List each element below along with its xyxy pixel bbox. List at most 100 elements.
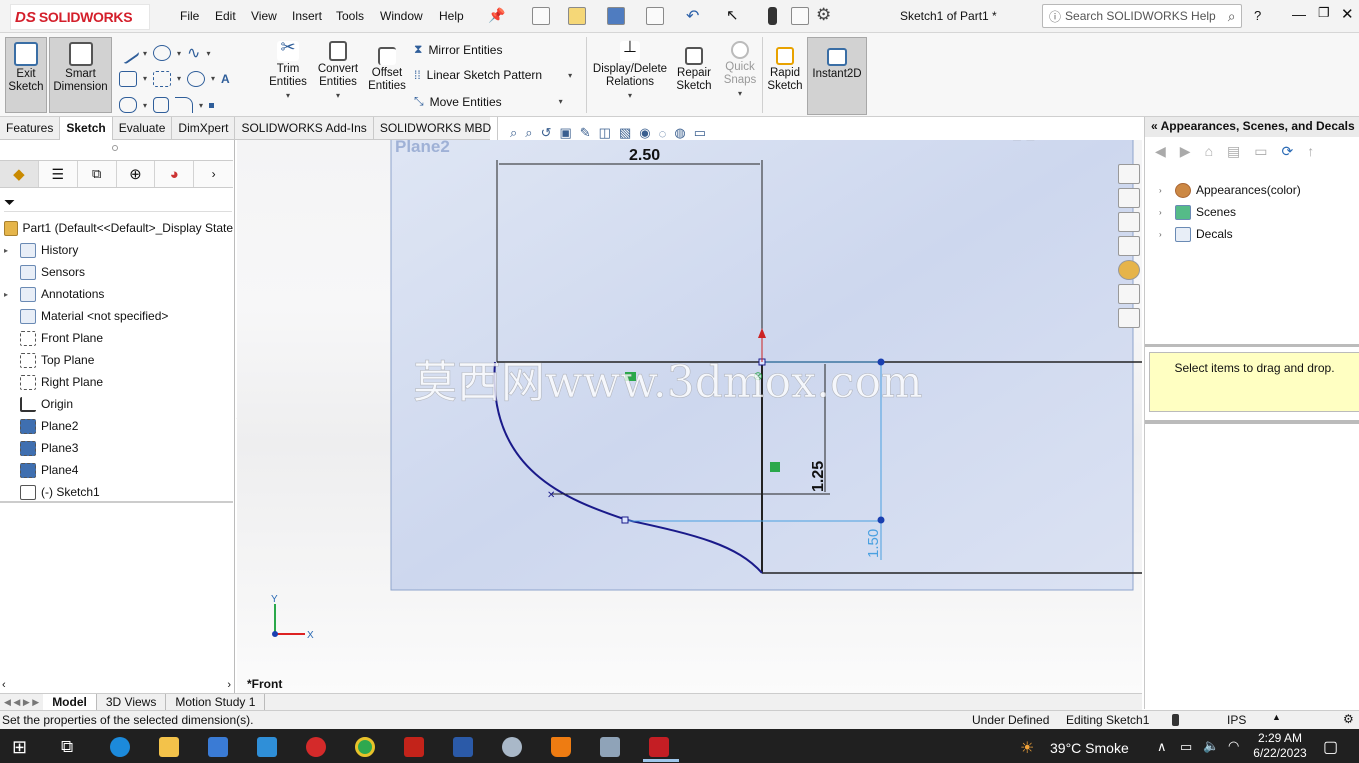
tree-item[interactable]: Sensors <box>0 261 233 283</box>
tab-features[interactable]: Features <box>0 117 61 140</box>
scroll-right-icon[interactable]: › <box>227 679 231 691</box>
help-search-field[interactable]: ⓘ Search SOLIDWORKS Help ⌕ <box>1042 4 1242 28</box>
wifi-icon[interactable]: ◠ <box>1228 738 1239 754</box>
panel-splitter[interactable] <box>1145 420 1359 424</box>
windows-start-icon[interactable]: ⊞ <box>12 737 27 758</box>
edit-appearance-icon[interactable]: ◌ <box>659 126 667 141</box>
pane-divider[interactable] <box>0 501 233 503</box>
mail-icon[interactable] <box>257 737 277 757</box>
display-delete-relations-button[interactable]: ⊥ Display/Delete Relations ▾ <box>590 40 670 102</box>
chevron-right-icon[interactable]: › <box>194 161 233 187</box>
tree-item[interactable]: Plane2 <box>0 415 233 437</box>
scroll-left-icon[interactable]: ‹ <box>2 679 6 691</box>
tree-item[interactable]: Front Plane <box>0 327 233 349</box>
tree-item[interactable]: Top Plane <box>0 349 233 371</box>
tab-motion-study[interactable]: Motion Study 1 <box>166 694 266 710</box>
clock-date[interactable]: 6/22/2023 <box>1251 746 1309 760</box>
expand-arrow-icon[interactable]: ▸ <box>4 290 14 299</box>
graphics-area[interactable]: Plane2 ⊡ ⊞ — ❐ ✕ 2.50 1.25 1.50 ✕ ⊗ <box>237 140 1142 693</box>
task-view-icon[interactable]: ⧉ <box>61 737 73 757</box>
tree-item[interactable]: Part1 (Default<<Default>_Display State <box>0 217 233 239</box>
view-orientation-icon[interactable]: ◫ <box>599 125 611 141</box>
spline-icon[interactable]: ∿ <box>187 43 200 63</box>
back-icon[interactable]: ◀ <box>1155 143 1166 160</box>
text-icon[interactable]: A <box>221 72 230 86</box>
file-explorer-icon[interactable] <box>159 737 179 757</box>
polygon-icon[interactable] <box>153 97 170 113</box>
tab-model[interactable]: Model <box>43 694 97 710</box>
chrome-icon[interactable] <box>355 737 375 757</box>
save-icon[interactable] <box>607 7 625 25</box>
solidworks-taskbar-icon[interactable] <box>649 737 669 757</box>
rebuild-icon[interactable] <box>768 7 777 25</box>
dimxpertmanager-tab-icon[interactable]: ⊕ <box>117 161 156 187</box>
battery-icon[interactable]: ▭ <box>1180 739 1192 755</box>
panel-grip-icon[interactable] <box>112 145 118 151</box>
close-icon[interactable]: ✕ <box>1341 5 1354 23</box>
units-arrow-icon[interactable]: ▲ <box>1272 712 1281 722</box>
clock-time[interactable]: 2:29 AM <box>1255 731 1305 745</box>
menu-tools[interactable]: Tools <box>336 9 364 23</box>
tree-filter[interactable]: ⏷ <box>4 194 232 212</box>
previous-view-icon[interactable]: ↺ <box>541 125 552 141</box>
store-icon[interactable] <box>208 737 228 757</box>
tab-mbd[interactable]: SOLIDWORKS MBD <box>374 117 499 140</box>
tree-item[interactable]: Plane3 <box>0 437 233 459</box>
tree-scrollbar[interactable]: ‹ › <box>0 678 233 692</box>
up-icon[interactable]: ↑ <box>1307 143 1314 160</box>
configurationmanager-tab-icon[interactable]: ⧉ <box>78 161 117 187</box>
tray-chevron-icon[interactable]: ∧ <box>1157 739 1167 755</box>
offset-entities-button[interactable]: Offset Entities <box>365 47 409 93</box>
menu-window[interactable]: Window <box>380 9 423 23</box>
tree-item[interactable]: (-) Sketch1 <box>0 481 233 503</box>
rectangle-icon[interactable] <box>119 70 137 87</box>
rapid-sketch-button[interactable]: Rapid Sketch <box>765 47 805 93</box>
move-entities-button[interactable]: ⤡ Move Entities ▾ <box>414 94 563 109</box>
library-icon[interactable]: ▤ <box>1227 143 1240 160</box>
options-gear-icon[interactable]: ⚙ <box>816 5 831 25</box>
app-icon[interactable] <box>502 737 522 757</box>
menu-view[interactable]: View <box>251 9 277 23</box>
tree-item[interactable]: Material <not specified> <box>0 305 233 327</box>
word-icon[interactable] <box>453 737 473 757</box>
zoom-to-area-icon[interactable]: ⌕ <box>525 125 532 141</box>
ellipse-icon[interactable] <box>187 70 206 87</box>
print-icon[interactable] <box>646 7 664 25</box>
featuremanager-tab-icon[interactable]: ◆ <box>0 161 39 187</box>
sketch-canvas[interactable]: Plane2 ⊡ ⊞ — ❐ ✕ 2.50 1.25 1.50 ✕ ⊗ <box>237 140 1142 693</box>
instant2d-button[interactable]: Instant2D <box>807 37 867 115</box>
acrobat-icon[interactable] <box>404 737 424 757</box>
menu-file[interactable]: File <box>180 9 199 23</box>
tree-item[interactable]: Right Plane <box>0 371 233 393</box>
smart-dimension-button[interactable]: Smart Dimension <box>49 37 112 113</box>
dynamic-annotation-icon[interactable]: ✎ <box>580 125 591 141</box>
forward-icon[interactable]: ▶ <box>1180 143 1191 160</box>
pin-icon[interactable]: 📌 <box>488 7 505 24</box>
opera-icon[interactable] <box>306 737 326 757</box>
custom-properties-icon[interactable] <box>1118 284 1140 304</box>
tab-scroll-icons[interactable]: ◀ ◀ ▶ ▶ <box>0 697 43 708</box>
display-style-icon[interactable]: ▧ <box>619 125 631 141</box>
solidworks-logo[interactable]: DS SOLIDWORKS <box>10 4 150 30</box>
apply-scene-icon[interactable]: ◍ <box>674 125 685 141</box>
edge-icon[interactable] <box>110 737 130 757</box>
rebuild-status-icon[interactable] <box>1172 714 1179 726</box>
exit-sketch-button[interactable]: Exit Sketch <box>5 37 47 113</box>
tree-item-decals[interactable]: › Decals <box>1155 223 1355 245</box>
photos-icon[interactable] <box>600 737 620 757</box>
minimize-icon[interactable]: — <box>1292 6 1306 22</box>
menu-help[interactable]: Help <box>439 9 464 23</box>
tab-evaluate[interactable]: Evaluate <box>113 117 173 140</box>
tree-item[interactable]: Plane4 <box>0 459 233 481</box>
restore-icon[interactable]: ❐ <box>1318 5 1330 21</box>
units-selector[interactable]: IPS <box>1227 713 1246 727</box>
zoom-to-fit-icon[interactable]: ⌕ <box>510 125 517 141</box>
straight-slot-icon[interactable] <box>119 97 137 113</box>
folder-icon[interactable]: ▭ <box>1254 143 1267 160</box>
forum-icon[interactable] <box>1118 308 1140 328</box>
menu-insert[interactable]: Insert <box>292 9 322 23</box>
collapse-icon[interactable]: « <box>1151 119 1158 133</box>
quick-snaps-button[interactable]: Quick Snaps ▾ <box>720 41 760 100</box>
slot-icon[interactable] <box>153 70 172 87</box>
convert-entities-button[interactable]: Convert Entities ▾ <box>315 41 361 102</box>
